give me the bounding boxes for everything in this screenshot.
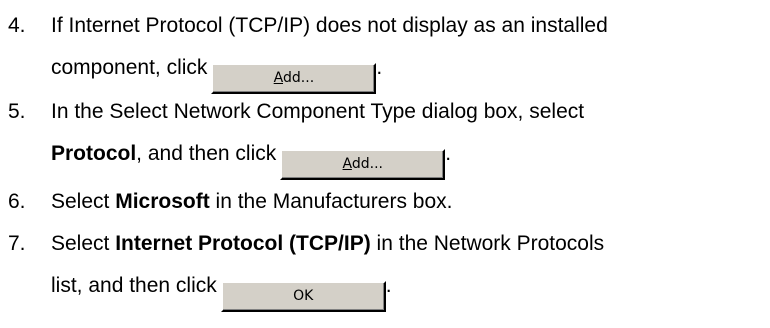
step-punctuation: . <box>385 274 392 297</box>
button-label: dd... <box>283 70 315 86</box>
step-text: list, and then click <box>51 274 217 297</box>
add-button[interactable]: Add... <box>280 149 446 180</box>
button-mnemonic: A <box>273 70 284 86</box>
step-text-continued: Protocol, and then click Add.... <box>51 142 451 180</box>
add-button[interactable]: Add... <box>211 63 377 94</box>
step-text: Select Microsoft in the Manufacturers bo… <box>51 190 453 214</box>
step-text-after: in the Network Protocols <box>370 232 605 255</box>
step-bold-term: Microsoft <box>115 190 210 213</box>
step-number: 6. <box>8 190 26 213</box>
step-number: 7. <box>8 232 26 255</box>
button-mnemonic: A <box>342 156 352 172</box>
button-label: OK <box>293 288 314 304</box>
step-text: Select Internet Protocol (TCP/IP) in the… <box>51 232 604 256</box>
step-text-continued: list, and then click OK. <box>51 274 392 312</box>
step-text: In the Select Network Component Type dia… <box>51 100 585 123</box>
step-bold-term: Protocol <box>51 142 137 165</box>
step-text-continued: component, click Add.... <box>51 56 382 94</box>
step-punctuation: . <box>376 56 383 79</box>
step-text-after: in the Manufacturers box. <box>209 190 453 213</box>
step-text-before: Select <box>51 190 116 213</box>
step-number: 4. <box>8 14 26 37</box>
step-text-before: Select <box>51 232 116 255</box>
button-label: dd... <box>351 156 383 172</box>
step-text: component, click <box>51 56 208 79</box>
step-punctuation: . <box>445 142 452 165</box>
step-text: If Internet Protocol (TCP/IP) does not d… <box>51 14 608 37</box>
ok-button[interactable]: OK <box>220 281 386 312</box>
step-bold-term: Internet Protocol (TCP/IP) <box>115 232 371 255</box>
step-text: , and then click <box>136 142 277 165</box>
step-number: 5. <box>8 100 26 123</box>
